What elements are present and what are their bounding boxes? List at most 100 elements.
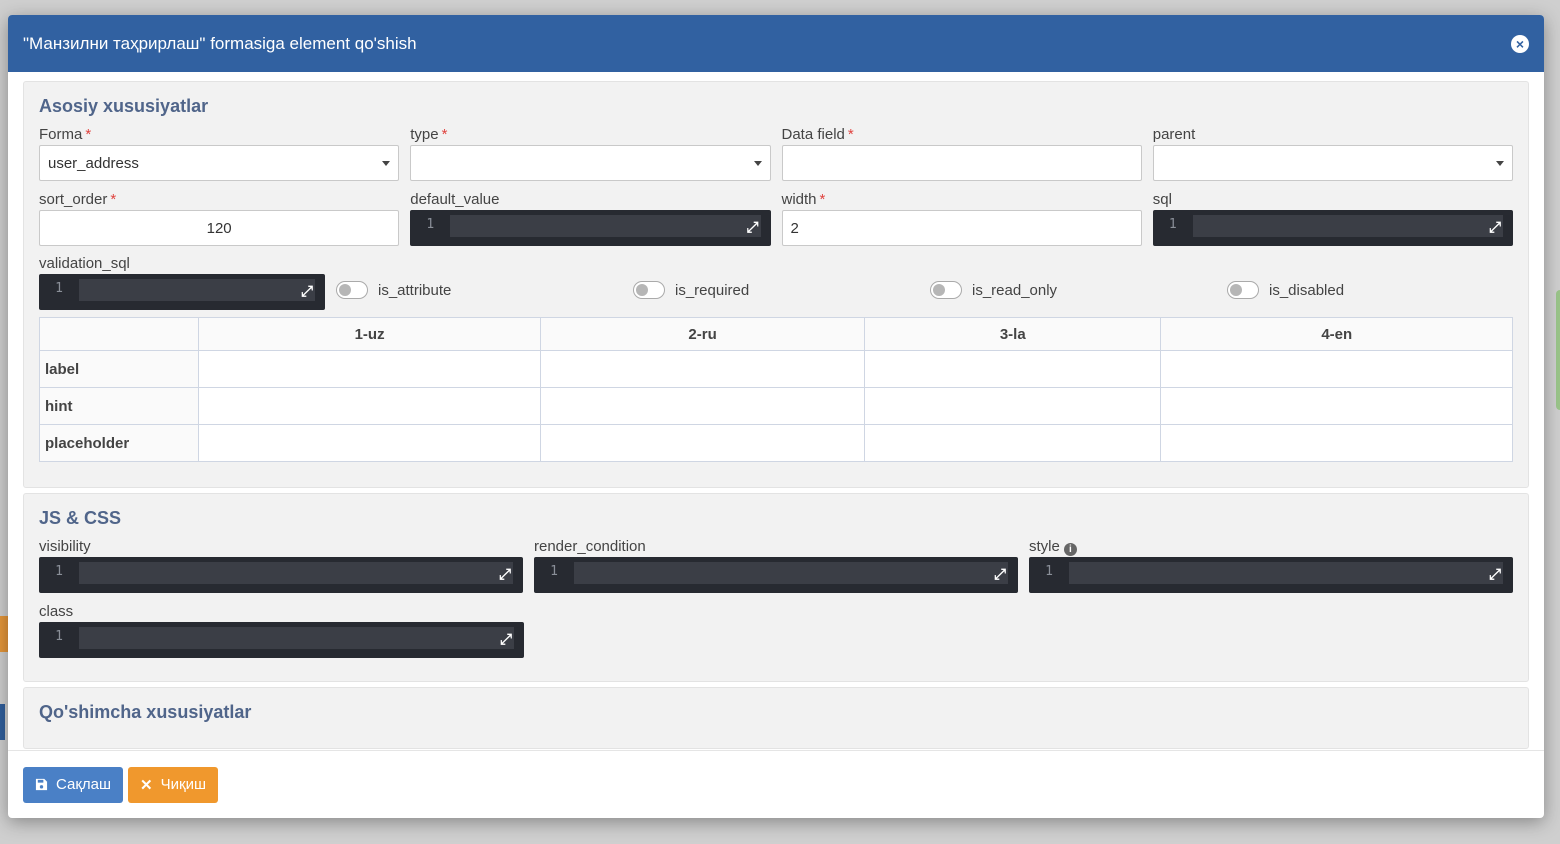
expand-icon[interactable]: ⤢: [301, 284, 313, 299]
class-editor[interactable]: 1 ⤢: [39, 622, 524, 658]
panel-title: Asosiy xususiyatlar: [39, 96, 209, 116]
translation-cell[interactable]: [197, 387, 542, 425]
is-disabled-toggle[interactable]: [1227, 281, 1259, 299]
modal-footer: Сақлаш ✕ Чиқиш: [8, 750, 1544, 818]
visibility-label: visibility: [39, 538, 91, 555]
translation-cell[interactable]: [1160, 387, 1513, 425]
line-number: 1: [1168, 217, 1177, 232]
column-header: 3-la: [864, 317, 1162, 351]
default-value-editor[interactable]: 1 ⤢: [410, 210, 771, 246]
expand-icon[interactable]: ⤢: [994, 567, 1006, 582]
code-line[interactable]: [1192, 215, 1503, 237]
translation-cell[interactable]: [540, 350, 866, 388]
width-value: 2: [790, 219, 799, 237]
class-label: class: [39, 603, 74, 620]
translation-cell[interactable]: [540, 387, 866, 425]
forma-value: user_address: [48, 154, 139, 172]
style-editor[interactable]: 1 ⤢: [1029, 557, 1513, 593]
is-disabled-label: is_disabled: [1269, 281, 1345, 299]
type-select[interactable]: [410, 145, 771, 181]
validation-sql-editor[interactable]: 1 ⤢: [39, 274, 325, 310]
modal-header: "Манзилни таҳрирлаш" formasiga element q…: [8, 15, 1544, 72]
parent-select[interactable]: [1152, 145, 1513, 181]
width-label: width: [781, 191, 817, 208]
save-label: Сақлаш: [56, 776, 112, 793]
code-line[interactable]: [79, 279, 315, 301]
table-row: hint: [39, 387, 1513, 425]
line-number: 1: [55, 281, 63, 296]
table-row: placeholder: [39, 424, 1513, 462]
row-header: hint: [39, 387, 199, 425]
sort-order-label: sort_order: [39, 191, 108, 208]
sql-label: sql: [1152, 191, 1172, 208]
render-condition-label: render_condition: [534, 538, 646, 555]
panel-title[interactable]: Qo'shimcha xususiyatlar: [39, 702, 1513, 723]
is-read-only-toggle[interactable]: [930, 281, 962, 299]
required-mark: *: [441, 126, 448, 143]
translation-cell[interactable]: [864, 424, 1162, 462]
close-icon[interactable]: ×: [1511, 34, 1529, 53]
is-attribute-label: is_attribute: [378, 281, 452, 299]
render-condition-editor[interactable]: 1 ⤢: [534, 557, 1018, 593]
expand-icon[interactable]: ⤢: [746, 220, 758, 235]
expand-icon[interactable]: ⤢: [500, 632, 512, 647]
required-mark: *: [110, 191, 117, 208]
width-input[interactable]: 2: [781, 210, 1142, 246]
translation-cell[interactable]: [1160, 350, 1513, 388]
exit-label: Чиқиш: [160, 776, 206, 793]
close-icon: ✕: [140, 776, 153, 794]
code-line[interactable]: [79, 562, 513, 584]
code-line[interactable]: [574, 562, 1008, 584]
translation-cell[interactable]: [1160, 424, 1513, 462]
save-button[interactable]: Сақлаш: [23, 766, 124, 803]
line-number: 1: [550, 564, 558, 579]
toggle-knob: [636, 284, 648, 296]
translations-table: 1-uz 2-ru 3-la 4-en label hint placehold…: [39, 317, 1513, 462]
is-required-label: is_required: [675, 281, 750, 299]
expand-icon[interactable]: ⤢: [1489, 220, 1501, 235]
panel-title: JS & CSS: [39, 508, 122, 528]
background-page-element: [0, 616, 8, 652]
translation-cell[interactable]: [197, 424, 542, 462]
line-number: 1: [55, 564, 63, 579]
required-mark: *: [847, 126, 854, 143]
modal-dialog: "Манзилни таҳрирлаш" formasiga element q…: [8, 15, 1544, 818]
sort-order-input[interactable]: 120: [39, 210, 400, 246]
info-icon[interactable]: i: [1063, 543, 1077, 556]
background-page-element: [1556, 290, 1560, 410]
default-value-label: default_value: [410, 191, 500, 208]
sort-order-value: 120: [206, 219, 232, 237]
code-line[interactable]: [79, 627, 514, 649]
row-header: label: [39, 350, 199, 388]
forma-label: Forma: [39, 126, 83, 143]
exit-button[interactable]: ✕ Чиқиш: [128, 766, 218, 803]
code-line[interactable]: [450, 215, 761, 237]
data-field-label: Data field: [781, 126, 845, 143]
translation-cell[interactable]: [864, 387, 1162, 425]
floppy-disk-icon: [35, 778, 48, 791]
toggle-knob: [1230, 284, 1242, 296]
required-mark: *: [85, 126, 92, 143]
expand-icon[interactable]: ⤢: [1489, 567, 1501, 582]
column-header: 4-en: [1160, 317, 1513, 351]
style-label: style: [1029, 538, 1060, 555]
translation-cell[interactable]: [540, 424, 866, 462]
extra-properties-panel: Qo'shimcha xususiyatlar: [23, 687, 1529, 749]
line-number: 1: [426, 217, 435, 232]
translation-cell[interactable]: [864, 350, 1162, 388]
is-required-toggle[interactable]: [633, 281, 665, 299]
line-number: 1: [55, 629, 63, 644]
caret-down-icon: [753, 161, 762, 166]
code-line[interactable]: [1069, 562, 1503, 584]
caret-down-icon: [1496, 161, 1504, 166]
line-number: 1: [1045, 564, 1053, 579]
sql-editor[interactable]: 1 ⤢: [1152, 210, 1513, 246]
required-mark: *: [819, 191, 826, 208]
visibility-editor[interactable]: 1 ⤢: [39, 557, 523, 593]
forma-select[interactable]: user_address: [39, 145, 400, 181]
expand-icon[interactable]: ⤢: [499, 567, 511, 582]
translation-cell[interactable]: [197, 350, 542, 388]
caret-down-icon: [382, 161, 391, 166]
is-attribute-toggle[interactable]: [336, 281, 368, 299]
data-field-input[interactable]: [781, 145, 1142, 181]
